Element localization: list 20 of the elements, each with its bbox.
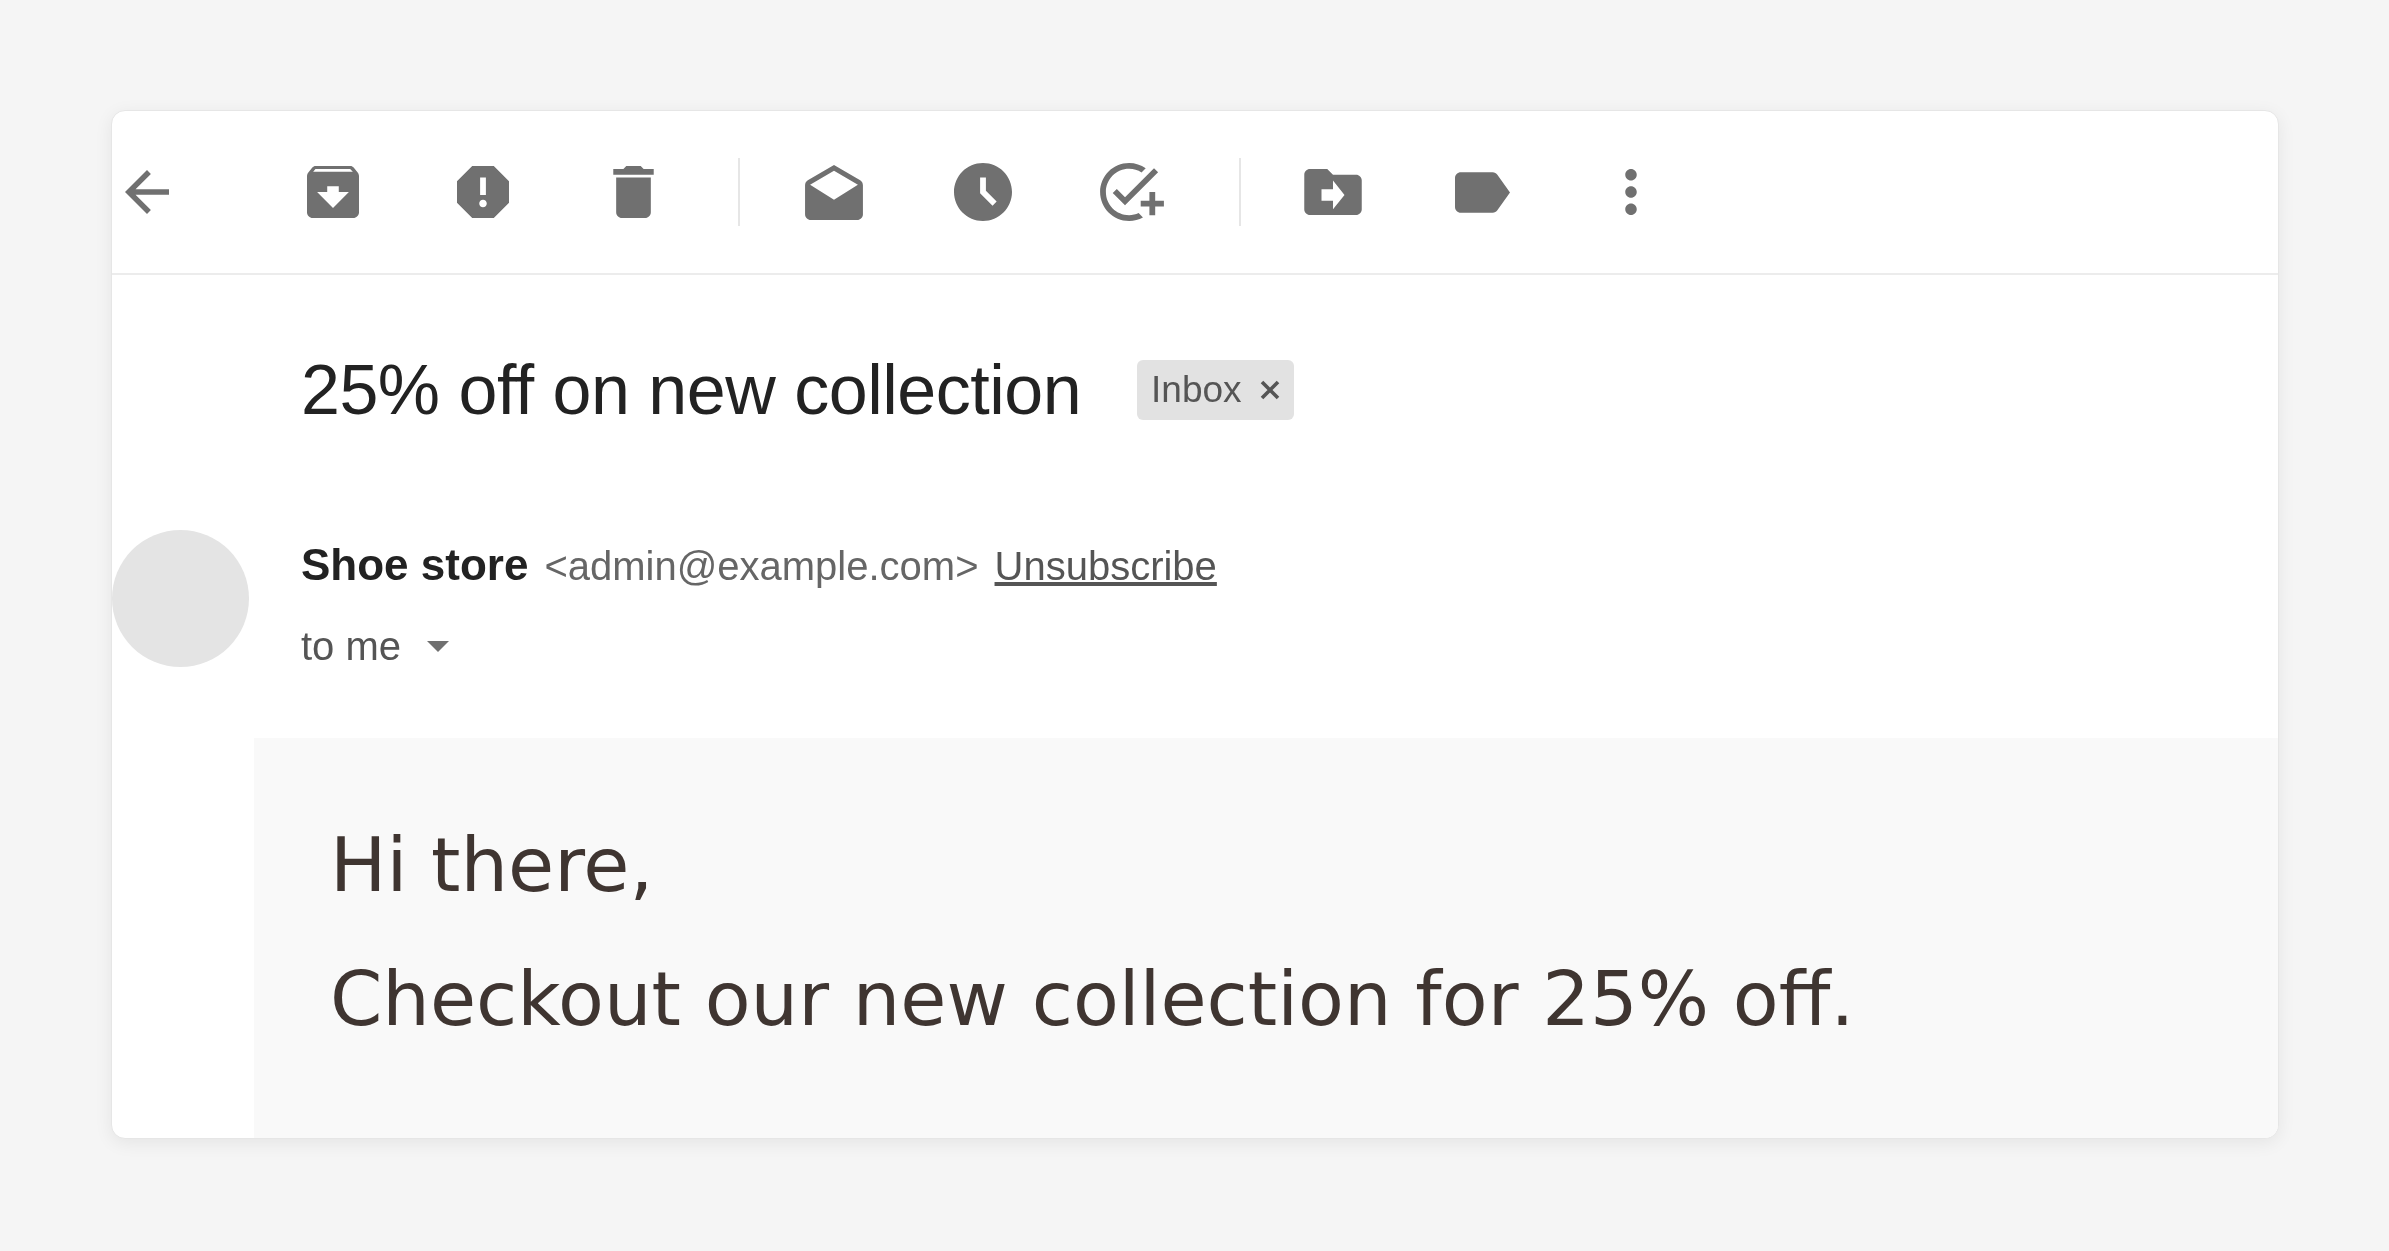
sender-email: <admin@example.com> — [544, 543, 979, 590]
archive-icon[interactable] — [307, 166, 359, 218]
email-subject: 25% off on new collection — [301, 350, 1082, 430]
close-icon[interactable] — [1259, 380, 1280, 400]
tag-icon[interactable] — [1454, 171, 1510, 213]
sender-name: Shoe store — [301, 539, 529, 591]
check-plus-icon[interactable] — [1100, 163, 1164, 221]
folder-arrow-icon[interactable] — [1304, 169, 1362, 215]
exclamation-octagon-icon[interactable] — [457, 166, 509, 218]
unsubscribe-link[interactable]: Unsubscribe — [994, 540, 1217, 592]
arrow-left-icon[interactable] — [125, 170, 169, 214]
clock-icon[interactable] — [954, 163, 1012, 221]
label-text: Inbox — [1151, 368, 1242, 412]
body-text-line: Checkout our new collection for 25% off. — [330, 954, 1856, 1045]
open-envelope-icon[interactable] — [805, 164, 863, 220]
body-text-line: Hi there, — [330, 820, 655, 911]
more-vertical-icon[interactable] — [1625, 169, 1637, 215]
caret-down-icon[interactable] — [427, 640, 450, 652]
trash-icon[interactable] — [612, 166, 654, 218]
recipient-text: to me — [301, 623, 402, 670]
